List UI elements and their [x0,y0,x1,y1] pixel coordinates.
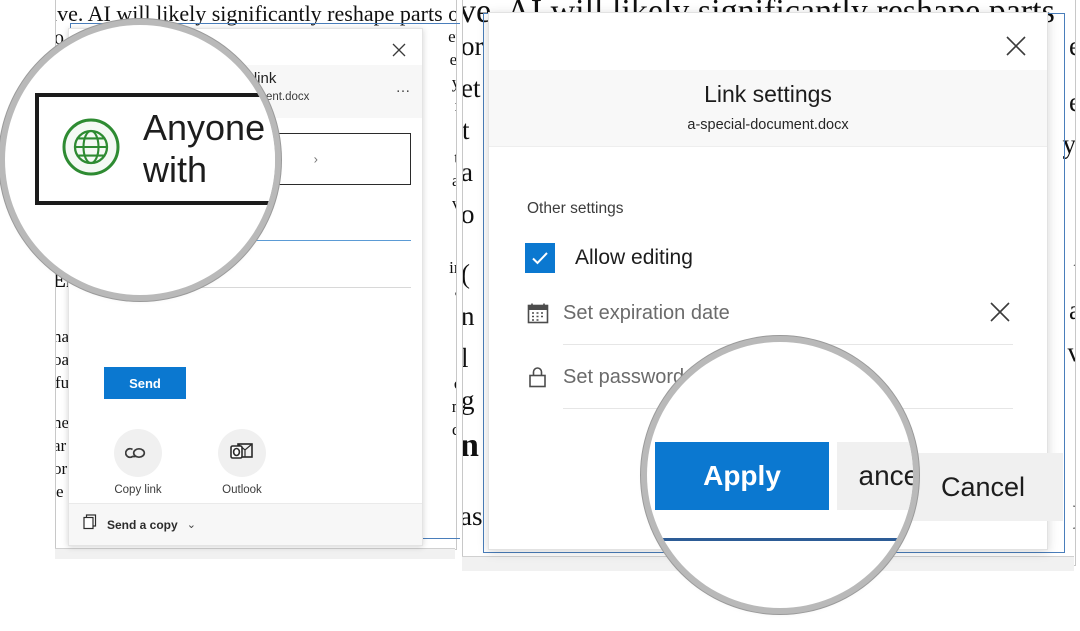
document-status-bar [55,548,455,559]
document-fragment: e [1069,31,1075,62]
dialog-header: Link settings a-special-document.docx [489,70,1047,147]
allow-editing-checkbox[interactable] [525,243,555,273]
allow-editing-checkbox-row[interactable]: Allow editing [525,243,693,273]
share-action-list: Copy link Outlook [97,429,283,496]
zoomed-permission-label: Anyone with [143,107,266,190]
document-fragment: ] [1072,501,1075,532]
document-fragment: et [463,73,481,103]
set-expiration-date-row[interactable]: Set expiration date [525,301,730,325]
document-fragment: ar [56,436,67,455]
left-screenshot-panel: lve. AI will likely significantly reshap… [0,0,460,631]
outlook-button[interactable]: Outlook [201,429,283,496]
set-expiration-date-label: Set expiration date [563,301,730,324]
send-button[interactable]: Send [104,367,186,399]
document-fragment: a [1069,295,1075,326]
chevron-right-icon: › [313,151,318,167]
document-fragment: g [463,385,475,415]
cancel-button[interactable]: Cancel [903,453,1063,521]
copy-document-icon [83,514,98,535]
zoomed-document-rule [647,538,913,541]
globe-icon [61,117,121,182]
right-screenshot-panel: ve. AI will likely significantly reshape… [460,0,1080,631]
document-fragment: e [1069,87,1075,118]
close-icon[interactable] [384,35,414,65]
chevron-down-icon: ⌄ [186,519,196,531]
document-fragment: or [463,31,484,61]
magnifier-right: Apply ancel [647,342,913,608]
copy-link-icon [114,429,162,477]
clear-expiration-icon[interactable] [989,301,1011,328]
outlook-icon [218,429,266,477]
zoomed-cancel-button[interactable]: ancel [837,442,913,510]
document-fragment: a [463,157,473,187]
close-icon[interactable] [999,29,1033,63]
document-fragment: ( [463,259,470,290]
outlook-label: Outlook [222,484,262,496]
page-title: Link settings [704,81,832,107]
more-options-icon[interactable]: … [396,79,413,96]
zoomed-apply-button[interactable]: Apply [655,442,829,510]
document-fragment: n [463,301,475,331]
document-fragment: n [463,427,479,464]
zoomed-permission-row[interactable]: Anyone with [35,93,275,205]
document-fragment: o [463,199,475,229]
document-fragment: l [463,343,469,373]
document-fragment: or [56,459,68,478]
copy-link-button[interactable]: Copy link [97,429,179,496]
send-a-copy-button[interactable]: Send a copy ⌄ [69,503,422,545]
document-fragment: e [56,482,64,501]
document-fragment: t [1073,253,1075,284]
document-fragment: t [463,115,470,145]
copy-link-label: Copy link [114,484,162,496]
magnifier-left-content: Anyone with [5,25,275,295]
document-fragment: v [1067,337,1076,367]
magnifier-left: Anyone with [5,25,275,295]
magnifier-right-content: Apply ancel [647,342,913,608]
lock-icon [525,365,551,389]
calendar-icon [525,301,551,325]
document-fragment: as [463,501,483,531]
dialog-subtitle: a-special-document.docx [687,117,849,133]
other-settings-label: Other settings [527,200,624,217]
document-fragment: . [1074,171,1075,202]
send-a-copy-label: Send a copy [107,517,178,532]
allow-editing-label: Allow editing [575,246,693,269]
